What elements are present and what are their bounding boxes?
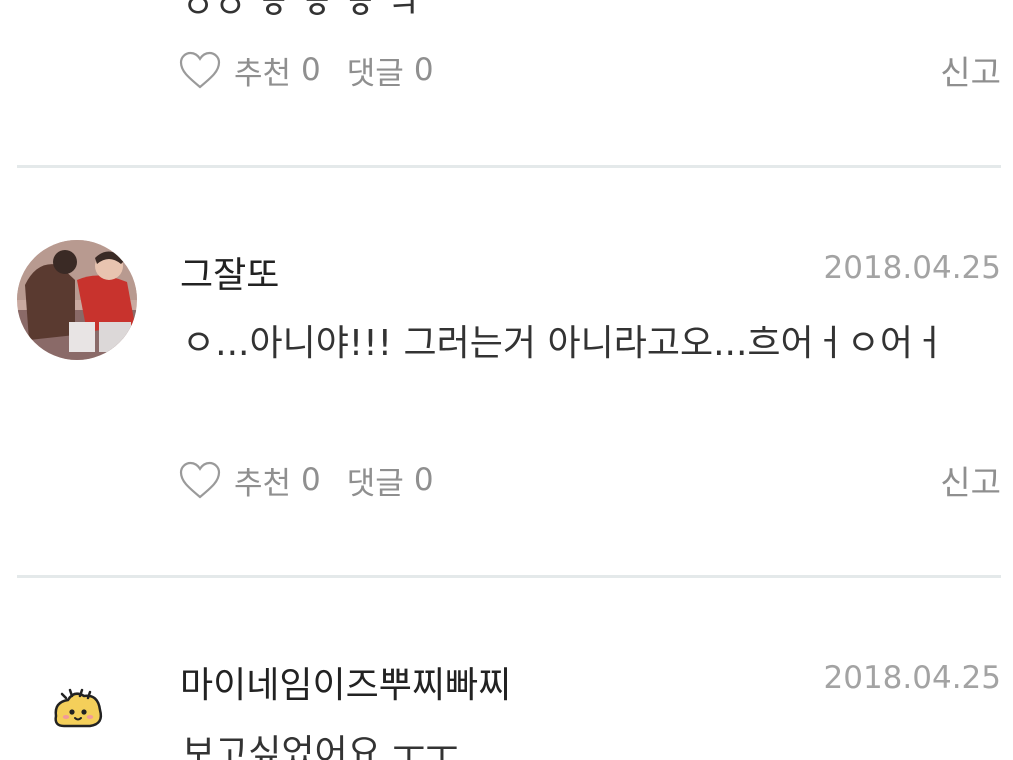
comment-text: ㅇ...아니야!!! 그러는거 아니라고오...흐어ㅓㅇ어ㅓ (182, 323, 947, 364)
reply-count: 0 (413, 462, 434, 498)
heart-outline-icon (178, 48, 222, 92)
like-button[interactable]: 추천 0 (178, 48, 321, 93)
report-button[interactable]: 신고 (940, 46, 1001, 94)
divider (17, 165, 1001, 168)
bread-emoji-icon[interactable] (50, 686, 106, 734)
like-count: 0 (301, 462, 321, 498)
comment-actions: 추천 0 댓글 0 신고 (178, 48, 1001, 92)
report-button[interactable]: 신고 (940, 456, 1001, 504)
reply-button[interactable]: 댓글 0 (347, 48, 434, 93)
like-button[interactable]: 추천 0 (178, 458, 321, 503)
comment-text: ㅇㅇ ㅎ ㅎ ㅎ ㅋ (182, 0, 420, 27)
heart-outline-icon (178, 458, 222, 502)
reply-count: 0 (413, 52, 434, 88)
username[interactable]: 마이네임이즈뿌찌빠찌 (180, 656, 511, 708)
like-label: 추천 (234, 465, 292, 502)
divider (17, 575, 1001, 578)
comment-date: 2018.04.25 (823, 250, 1002, 286)
avatar[interactable] (17, 240, 137, 360)
comment-date: 2018.04.25 (823, 660, 1002, 696)
like-count: 0 (301, 52, 321, 88)
comment-actions: 추천 0 댓글 0 신고 (178, 458, 1001, 502)
like-label: 추천 (234, 55, 292, 92)
comment-text: 보고싶었어요 ㅜㅜ (182, 733, 459, 760)
reply-button[interactable]: 댓글 0 (347, 458, 434, 503)
username[interactable]: 그잘또 (180, 246, 279, 298)
comment-list: ㅇㅇ ㅎ ㅎ ㅎ ㅋ 추천 0 댓글 0 신고 그잘또 2018.04.25 ㅇ… (0, 0, 1013, 760)
reply-label: 댓글 (346, 465, 404, 502)
reply-label: 댓글 (346, 55, 404, 92)
